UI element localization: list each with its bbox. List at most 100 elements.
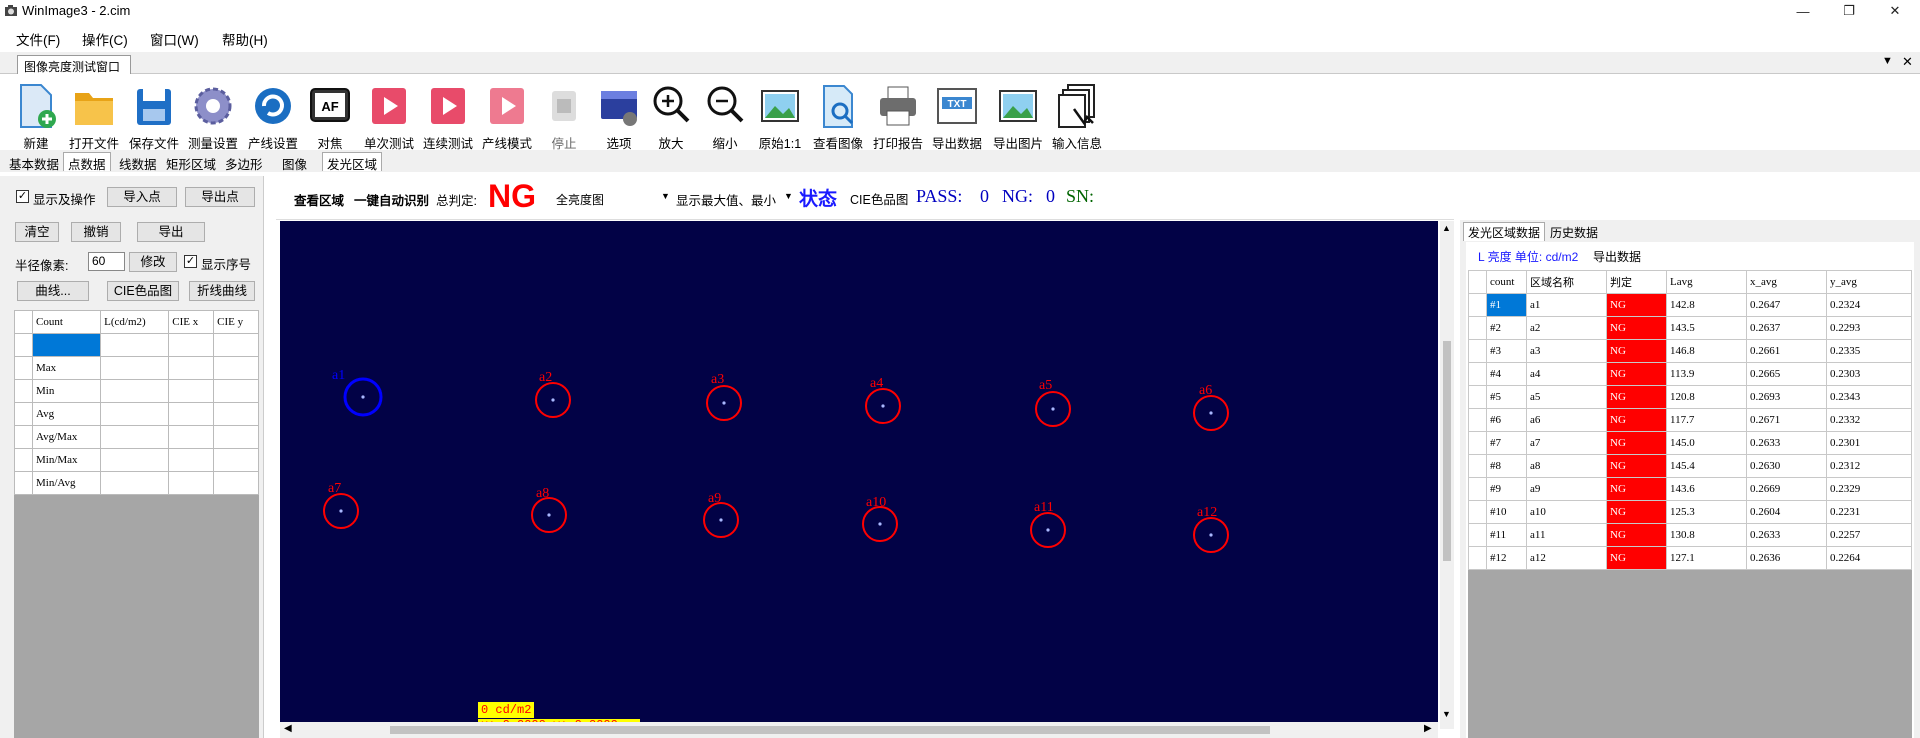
table-cell[interactable]: NG xyxy=(1606,293,1667,317)
export-button[interactable]: 导出 xyxy=(137,222,205,242)
export-points-button[interactable]: 导出点 xyxy=(185,187,255,207)
table-cell[interactable]: a10 xyxy=(1526,500,1607,524)
show-index-checkbox[interactable]: ✓ xyxy=(184,255,197,268)
scroll-left-icon[interactable]: ◀ xyxy=(284,723,292,734)
table-row[interactable]: Avg/Max xyxy=(14,425,259,449)
toolbar-line-settings-button[interactable]: 产线设置 xyxy=(242,81,304,151)
table-cell[interactable]: 127.1 xyxy=(1666,546,1747,570)
table-row[interactable]: Max xyxy=(14,356,259,380)
table-cell[interactable]: 120.8 xyxy=(1666,385,1747,409)
table-cell[interactable]: 117.7 xyxy=(1666,408,1747,432)
table-cell[interactable]: 0.2301 xyxy=(1826,431,1912,455)
table-cell[interactable]: a6 xyxy=(1526,408,1607,432)
tab-point-data[interactable]: 点数据 xyxy=(63,152,111,172)
image-canvas[interactable]: a1a2a3a4a5a6a7a8a9a10a11a12 0 cd/m2 x: 0… xyxy=(280,221,1438,729)
show-select[interactable]: 显示最大值、最小 xyxy=(676,190,776,209)
row-header[interactable] xyxy=(1468,293,1487,317)
table-cell[interactable]: a1 xyxy=(1526,293,1607,317)
toolbar-continuous-test-button[interactable]: 连续测试 xyxy=(417,81,479,151)
cie-chart-button[interactable]: CIE色品图 xyxy=(107,281,179,301)
table-row[interactable]: #5 a5 NG 120.8 0.2693 0.2343 xyxy=(1468,385,1912,409)
table-cell[interactable]: 125.3 xyxy=(1666,500,1747,524)
table-cell[interactable]: 113.9 xyxy=(1666,362,1747,386)
view-area-button[interactable]: 查看区域 xyxy=(294,190,344,209)
table-row[interactable]: #9 a9 NG 143.6 0.2669 0.2329 xyxy=(1468,477,1912,501)
table-cell[interactable]: NG xyxy=(1606,385,1667,409)
row-header[interactable] xyxy=(1468,523,1487,547)
row-header[interactable] xyxy=(1468,477,1487,501)
scroll-thumb[interactable] xyxy=(390,726,1270,734)
table-row[interactable]: Min/Avg xyxy=(14,471,259,495)
table-cell[interactable]: a3 xyxy=(1526,339,1607,363)
table-cell[interactable]: 0.2693 xyxy=(1746,385,1827,409)
toolbar-zoom-out-button[interactable]: 缩小 xyxy=(694,81,756,151)
regions-overlay[interactable]: a1 a2 a3 a4 a5 a6 a7 a8 a9 a10 a11 a12 xyxy=(280,221,1438,729)
table-cell[interactable]: 0.2636 xyxy=(1746,546,1827,570)
table-cell[interactable]: 0.2630 xyxy=(1746,454,1827,478)
table-row[interactable]: Min/Max xyxy=(14,448,259,472)
toolbar-focus-button[interactable]: AF 对焦 xyxy=(299,81,361,151)
menu-help[interactable]: 帮助(H) xyxy=(222,29,268,49)
show-ops-checkbox[interactable]: ✓ xyxy=(16,190,29,203)
table-cell[interactable]: NG xyxy=(1606,316,1667,340)
close-button[interactable]: ✕ xyxy=(1872,0,1918,22)
table-row[interactable]: #1 a1 NG 142.8 0.2647 0.2324 xyxy=(1468,293,1912,317)
table-cell[interactable]: #10 xyxy=(1486,500,1527,524)
table-cell[interactable]: NG xyxy=(1606,362,1667,386)
table-cell[interactable]: NG xyxy=(1606,523,1667,547)
scroll-up-icon[interactable]: ▲ xyxy=(1442,223,1451,233)
table-cell[interactable]: NG xyxy=(1606,477,1667,501)
table-cell[interactable]: a2 xyxy=(1526,316,1607,340)
table-cell[interactable]: 146.8 xyxy=(1666,339,1747,363)
table-cell[interactable]: #2 xyxy=(1486,316,1527,340)
undo-button[interactable]: 撤销 xyxy=(71,222,121,242)
table-cell[interactable]: 130.8 xyxy=(1666,523,1747,547)
menu-window[interactable]: 窗口(W) xyxy=(150,29,199,49)
line-curve-button[interactable]: 折线曲线 xyxy=(189,281,255,301)
scroll-thumb[interactable] xyxy=(1443,341,1451,561)
table-cell[interactable]: NG xyxy=(1606,408,1667,432)
table-row[interactable]: #7 a7 NG 145.0 0.2633 0.2301 xyxy=(1468,431,1912,455)
tab-line-data[interactable]: 线数据 xyxy=(114,152,162,172)
table-cell[interactable]: 143.5 xyxy=(1666,316,1747,340)
table-cell[interactable]: 0.2665 xyxy=(1746,362,1827,386)
table-cell[interactable]: NG xyxy=(1606,500,1667,524)
chevron-down-icon[interactable]: ▼ xyxy=(784,191,793,201)
table-row[interactable]: #8 a8 NG 145.4 0.2630 0.2312 xyxy=(1468,454,1912,478)
table-cell[interactable]: 0.2231 xyxy=(1826,500,1912,524)
menu-operate[interactable]: 操作(C) xyxy=(82,29,128,49)
table-cell[interactable]: #8 xyxy=(1486,454,1527,478)
row-header[interactable] xyxy=(1468,362,1487,386)
table-cell[interactable]: 0.2669 xyxy=(1746,477,1827,501)
table-cell[interactable]: #12 xyxy=(1486,546,1527,570)
table-row[interactable]: #2 a2 NG 143.5 0.2637 0.2293 xyxy=(1468,316,1912,340)
row-header[interactable] xyxy=(1468,316,1487,340)
table-cell[interactable]: NG xyxy=(1606,431,1667,455)
mdi-close-icon[interactable]: ✕ xyxy=(1902,54,1913,70)
toolbar-print-report-button[interactable]: 打印报告 xyxy=(867,81,929,151)
table-cell[interactable]: 0.2647 xyxy=(1746,293,1827,317)
row-header[interactable] xyxy=(1468,454,1487,478)
table-cell[interactable]: #6 xyxy=(1486,408,1527,432)
table-cell[interactable]: a7 xyxy=(1526,431,1607,455)
mdi-tab-image-test[interactable]: 图像亮度测试窗口 xyxy=(17,55,131,74)
table-cell[interactable]: a8 xyxy=(1526,454,1607,478)
dropdown-arrow-icon[interactable]: ▼ xyxy=(1882,55,1893,67)
mode-select[interactable]: 全亮度图 xyxy=(552,189,670,209)
table-cell[interactable]: #3 xyxy=(1486,339,1527,363)
toolbar-export-image-button[interactable]: 导出图片 xyxy=(987,81,1049,151)
table-cell[interactable]: #9 xyxy=(1486,477,1527,501)
row-header[interactable] xyxy=(1468,385,1487,409)
table-cell[interactable]: 0.2343 xyxy=(1826,385,1912,409)
row-header[interactable] xyxy=(1468,339,1487,363)
table-cell[interactable]: 0.2332 xyxy=(1826,408,1912,432)
table-cell[interactable]: a4 xyxy=(1526,362,1607,386)
table-cell[interactable]: 0.2257 xyxy=(1826,523,1912,547)
row-header[interactable] xyxy=(1468,500,1487,524)
modify-button[interactable]: 修改 xyxy=(129,252,177,272)
toolbar-measure-settings-button[interactable]: 测量设置 xyxy=(182,81,244,151)
toolbar-open-button[interactable]: 打开文件 xyxy=(63,81,125,151)
row-header[interactable] xyxy=(1468,431,1487,455)
tab-luminous-area[interactable]: 发光区域 xyxy=(322,152,383,172)
tab-polygon[interactable]: 多边形 xyxy=(220,152,268,172)
